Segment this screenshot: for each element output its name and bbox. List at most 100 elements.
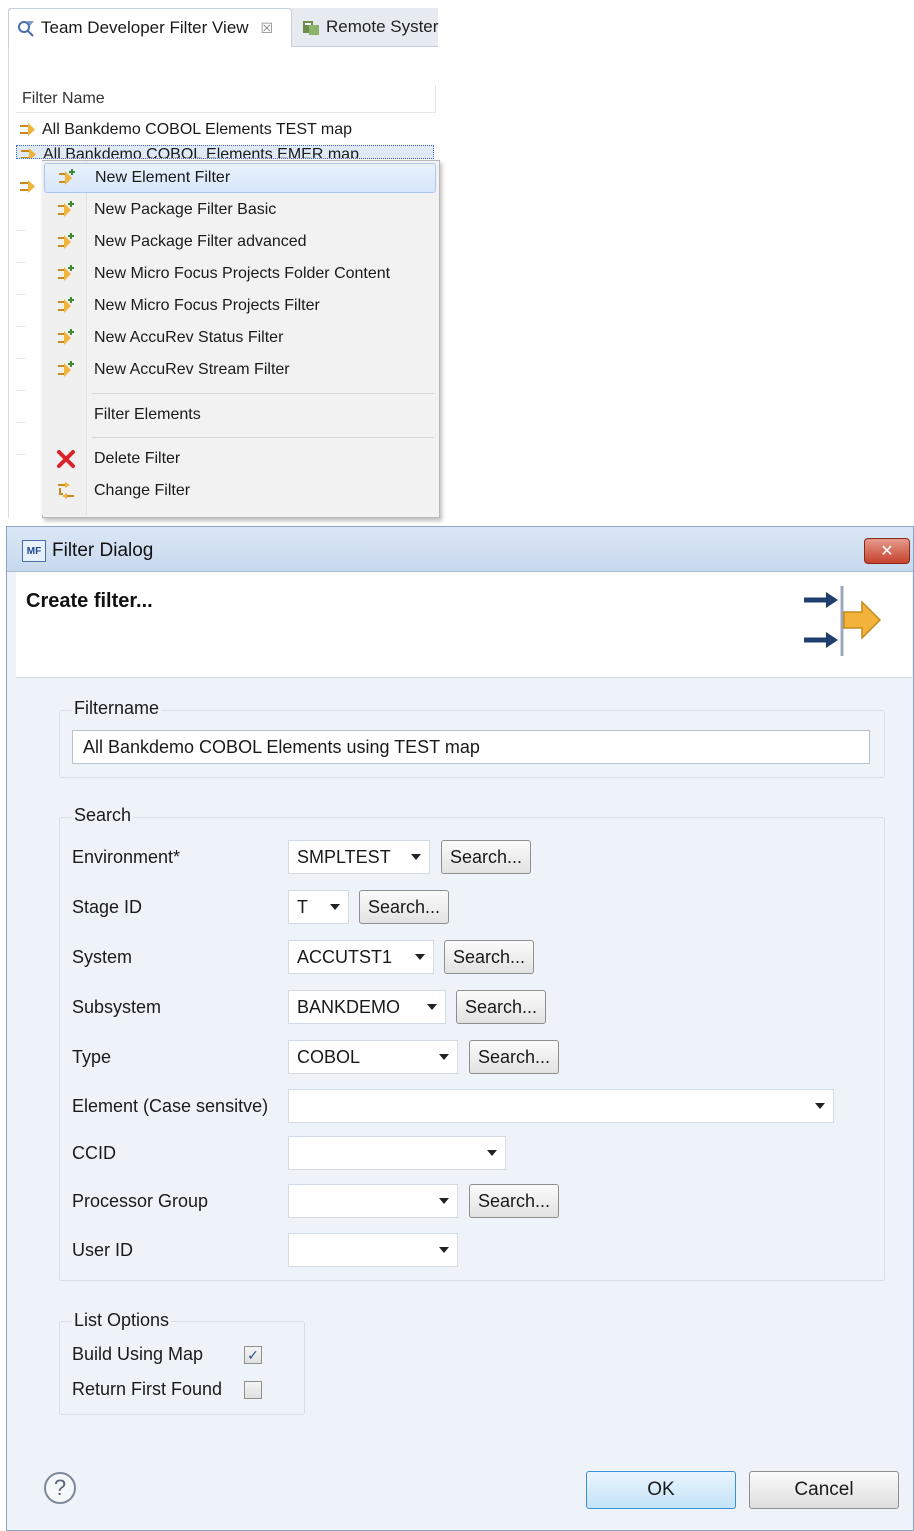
chevron-down-icon bbox=[415, 954, 425, 960]
menu-item-label: New Package Filter advanced bbox=[94, 233, 307, 250]
chevron-down-icon bbox=[487, 1150, 497, 1156]
filter-add-icon bbox=[44, 264, 88, 284]
close-tab-icon[interactable]: ☒ bbox=[261, 20, 274, 37]
filtername-input[interactable]: All Bankdemo COBOL Elements using TEST m… bbox=[72, 730, 870, 764]
tree-row[interactable] bbox=[16, 174, 40, 200]
menu-item-label: New Element Filter bbox=[95, 169, 231, 186]
close-dialog-button[interactable]: ✕ bbox=[864, 538, 910, 564]
ccid-combo[interactable] bbox=[288, 1136, 506, 1170]
filter-add-icon bbox=[45, 168, 89, 188]
list-options-group bbox=[59, 1321, 305, 1415]
tree-gridline bbox=[16, 454, 26, 455]
return-first-found-checkbox[interactable] bbox=[244, 1381, 262, 1399]
user-id-combo[interactable] bbox=[288, 1233, 458, 1267]
element-label: Element (Case sensitve) bbox=[72, 1096, 269, 1116]
view-tab-bar: Team Developer Filter View ☒ Remote Syst… bbox=[8, 8, 438, 47]
processor-group-combo[interactable] bbox=[288, 1184, 458, 1218]
tab-team-developer-filter-view[interactable]: Team Developer Filter View ☒ bbox=[8, 8, 292, 47]
subsystem-combo[interactable]: BANKDEMO bbox=[288, 990, 446, 1024]
list-options-group-label: List Options bbox=[72, 1310, 172, 1331]
system-combo[interactable]: ACCUTST1 bbox=[288, 940, 434, 974]
processor-group-search-button[interactable]: Search... bbox=[469, 1184, 559, 1218]
menu-item-delete-filter[interactable]: Delete Filter bbox=[44, 444, 436, 474]
tree-gridline bbox=[16, 230, 26, 231]
filter-add-icon bbox=[44, 360, 88, 380]
chevron-down-icon bbox=[439, 1054, 449, 1060]
filter-add-icon bbox=[44, 296, 88, 316]
change-icon bbox=[44, 480, 88, 502]
tree-gridline bbox=[16, 422, 26, 423]
subsystem-value: BANKDEMO bbox=[297, 996, 401, 1017]
menu-item-label: New Package Filter Basic bbox=[94, 201, 277, 218]
chevron-down-icon bbox=[330, 904, 340, 910]
environment-search-button[interactable]: Search... bbox=[441, 840, 531, 874]
menu-item-change-filter[interactable]: Change Filter bbox=[44, 476, 436, 506]
element-combo[interactable] bbox=[288, 1089, 834, 1123]
subsystem-search-button[interactable]: Search... bbox=[456, 990, 546, 1024]
tree-gridline bbox=[16, 390, 26, 391]
menu-item-label: New Micro Focus Projects Filter bbox=[94, 297, 320, 314]
mf-app-icon: MF bbox=[22, 540, 46, 562]
tab-remote-systems[interactable]: Remote Syster bbox=[294, 8, 440, 46]
menu-item-label: Change Filter bbox=[94, 482, 191, 499]
user-id-label: User ID bbox=[72, 1240, 134, 1260]
tree-gridline bbox=[16, 294, 26, 295]
filter-add-icon bbox=[44, 200, 88, 220]
tree-row-label: All Bankdemo COBOL Elements TEST map bbox=[42, 121, 353, 138]
chevron-down-icon bbox=[439, 1198, 449, 1204]
filter-icon bbox=[18, 178, 38, 196]
delete-icon bbox=[44, 449, 88, 469]
filter-wizard-icon bbox=[800, 582, 884, 660]
tree-gridline bbox=[16, 326, 26, 327]
help-button[interactable]: ? bbox=[44, 1472, 76, 1504]
filter-icon bbox=[19, 146, 39, 158]
stage-id-search-button[interactable]: Search... bbox=[359, 890, 449, 924]
menu-item-new-accurev-stream-filter[interactable]: New AccuRev Stream Filter bbox=[44, 355, 436, 385]
stage-id-label: Stage ID bbox=[72, 897, 143, 917]
environment-label: Environment* bbox=[72, 847, 181, 867]
ccid-label: CCID bbox=[72, 1143, 116, 1163]
ok-button[interactable]: OK bbox=[586, 1471, 736, 1509]
environment-combo[interactable]: SMPLTEST bbox=[288, 840, 430, 874]
tree-gridline bbox=[16, 262, 26, 263]
menu-item-label: New Micro Focus Projects Folder Content bbox=[94, 265, 391, 282]
type-label: Type bbox=[72, 1047, 112, 1067]
type-combo[interactable]: COBOL bbox=[288, 1040, 458, 1074]
menu-separator bbox=[92, 393, 434, 394]
type-search-button[interactable]: Search... bbox=[469, 1040, 559, 1074]
chevron-down-icon bbox=[439, 1247, 449, 1253]
search-group-label: Search bbox=[72, 805, 134, 826]
menu-item-label: New AccuRev Status Filter bbox=[94, 329, 284, 346]
tree-row[interactable]: All Bankdemo COBOL Elements TEST map bbox=[16, 117, 434, 143]
stage-id-combo[interactable]: T bbox=[288, 890, 349, 924]
menu-item-new-mf-projects-folder-content[interactable]: New Micro Focus Projects Folder Content bbox=[44, 259, 436, 289]
tree-row-label: All Bankdemo COBOL Elements EMER map bbox=[43, 146, 359, 159]
build-using-map-checkbox[interactable]: ✓ bbox=[244, 1346, 262, 1364]
menu-item-filter-elements[interactable]: Filter Elements bbox=[44, 400, 436, 430]
tab-label: Remote Syster bbox=[326, 17, 439, 36]
filtername-group-label: Filtername bbox=[72, 698, 162, 719]
stage-id-value: T bbox=[297, 896, 308, 917]
chevron-down-icon bbox=[815, 1103, 825, 1109]
cancel-button[interactable]: Cancel bbox=[749, 1471, 899, 1509]
filter-add-icon bbox=[44, 232, 88, 252]
build-using-map-label: Build Using Map bbox=[72, 1344, 204, 1364]
menu-item-label: Delete Filter bbox=[94, 450, 181, 467]
column-header-filter-name[interactable]: Filter Name bbox=[16, 85, 436, 113]
banner-title: Create filter... bbox=[26, 590, 153, 612]
tree-row-selected[interactable]: All Bankdemo COBOL Elements EMER map bbox=[16, 145, 434, 159]
chevron-down-icon bbox=[411, 854, 421, 860]
remote-systems-icon bbox=[302, 18, 320, 36]
menu-item-label: Filter Elements bbox=[94, 406, 201, 423]
menu-item-new-accurev-status-filter[interactable]: New AccuRev Status Filter bbox=[44, 323, 436, 353]
environment-value: SMPLTEST bbox=[297, 846, 391, 867]
menu-item-new-element-filter[interactable]: New Element Filter bbox=[44, 163, 436, 193]
system-search-button[interactable]: Search... bbox=[444, 940, 534, 974]
menu-item-label: New AccuRev Stream Filter bbox=[94, 361, 290, 378]
type-value: COBOL bbox=[297, 1046, 361, 1067]
menu-item-new-package-filter-advanced[interactable]: New Package Filter advanced bbox=[44, 227, 436, 257]
dialog-banner bbox=[16, 572, 912, 678]
menu-item-new-package-filter-basic[interactable]: New Package Filter Basic bbox=[44, 195, 436, 225]
chevron-down-icon bbox=[427, 1004, 437, 1010]
menu-item-new-mf-projects-filter[interactable]: New Micro Focus Projects Filter bbox=[44, 291, 436, 321]
